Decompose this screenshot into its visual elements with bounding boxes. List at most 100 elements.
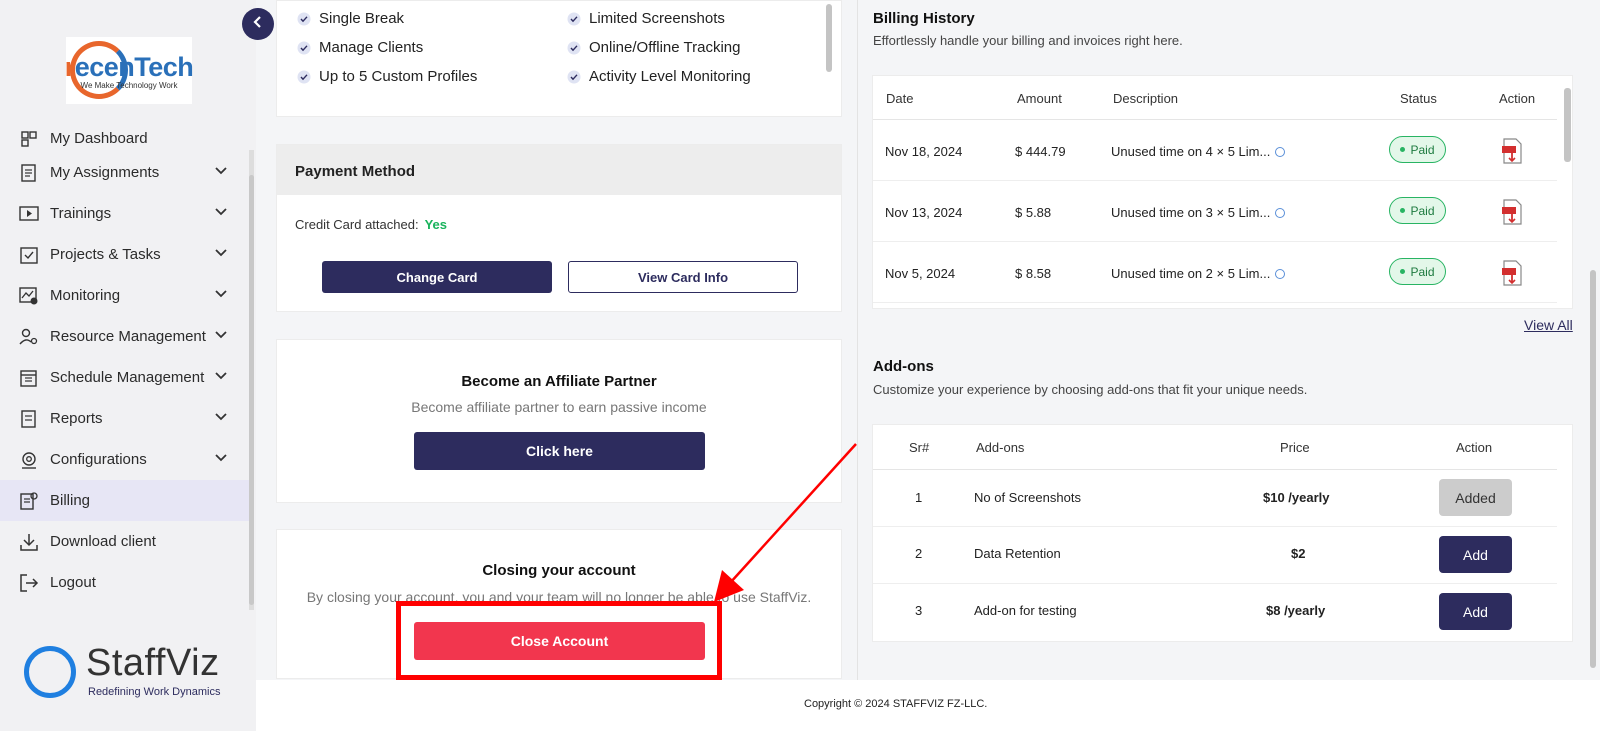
sidebar-item-resource-management[interactable]: Resource Management — [0, 316, 250, 357]
table-row: Nov 18, 2024 $ 444.79 Unused time on 4 ×… — [873, 120, 1557, 181]
check-circle-icon — [567, 41, 581, 55]
sidebar-item-label: Schedule Management — [50, 369, 205, 386]
footer: Copyright © 2024 STAFFVIZ FZ-LLC. — [256, 680, 1600, 731]
sidebar-item-trainings[interactable]: Trainings — [0, 193, 250, 234]
addon-sr: 1 — [915, 490, 923, 505]
closing-account-title: Closing your account — [482, 562, 636, 579]
monitor-chart-icon — [18, 285, 40, 307]
download-icon — [18, 531, 40, 553]
check-circle-icon — [297, 41, 311, 55]
column-header-price: Price — [1280, 440, 1310, 455]
feature-item: Manage Clients — [297, 39, 423, 56]
check-circle-icon — [297, 12, 311, 26]
billing-history-subtitle: Effortlessly handle your billing and inv… — [873, 33, 1183, 48]
sidebar-item-label: Configurations — [50, 451, 147, 468]
pdf-download-icon[interactable] — [1501, 138, 1523, 169]
addon-add-button[interactable]: Add — [1439, 593, 1512, 630]
report-icon — [18, 408, 40, 430]
billing-date: Nov 5, 2024 — [885, 266, 956, 281]
sidebar-item-label: Trainings — [50, 205, 112, 222]
company-logo: recenTech We Make Technology Work — [64, 37, 194, 104]
annotation-highlight-box — [396, 601, 722, 680]
sidebar-nav: My Dashboard My Assignments Trainings Pr… — [0, 130, 250, 603]
column-header-date: Date — [886, 91, 914, 106]
sidebar-item-label: Projects & Tasks — [50, 246, 161, 263]
user-gear-icon — [18, 326, 40, 348]
table-row: 3 Add-on for testing $8 /yearly Add — [873, 584, 1557, 641]
check-circle-icon — [297, 70, 311, 84]
sidebar-item-dashboard-partial[interactable]: My Dashboard — [0, 130, 250, 152]
view-card-info-button[interactable]: View Card Info — [568, 261, 798, 293]
column-header-amount: Amount — [1017, 91, 1062, 106]
logo-tagline: We Make Technology Work — [80, 80, 178, 90]
status-dot — [1400, 147, 1406, 152]
status-badge: Paid — [1389, 136, 1446, 163]
billing-table-scrollbar[interactable] — [1564, 88, 1571, 162]
sidebar-item-projects-tasks[interactable]: Projects & Tasks — [0, 234, 250, 275]
page-scrollbar[interactable] — [1590, 270, 1596, 668]
billing-description: Unused time on 3 × 5 Lim... — [1111, 205, 1286, 220]
credit-card-status-value: Yes — [424, 217, 447, 232]
column-header-addons: Add-ons — [976, 440, 1025, 455]
sidebar-item-reports[interactable]: Reports — [0, 398, 250, 439]
credit-card-status: Credit Card attached: Yes — [295, 217, 447, 232]
payment-method-title: Payment Method — [277, 145, 841, 195]
addons-subtitle: Customize your experience by choosing ad… — [873, 382, 1308, 397]
sidebar-item-logout[interactable]: Logout — [0, 562, 250, 603]
column-header-description: Description — [1113, 91, 1179, 106]
sidebar-item-schedule-management[interactable]: Schedule Management — [0, 357, 250, 398]
status-dot — [1400, 269, 1406, 274]
logo-text: recenTech — [64, 51, 194, 82]
pdf-download-icon[interactable] — [1501, 199, 1523, 230]
pdf-download-icon[interactable] — [1501, 260, 1523, 291]
sidebar-item-label: Monitoring — [50, 287, 121, 304]
info-icon[interactable] — [1275, 147, 1286, 157]
sidebar-item-configurations[interactable]: Configurations — [0, 439, 250, 480]
clipboard-icon — [18, 162, 40, 184]
billing-history-title: Billing History — [873, 10, 975, 27]
status-badge: Paid — [1389, 197, 1446, 224]
affiliate-click-here-button[interactable]: Click here — [414, 432, 705, 470]
sidebar-item-dashboard[interactable]: My Dashboard — [0, 130, 250, 152]
addon-add-button[interactable]: Add — [1439, 536, 1512, 573]
sidebar-collapse-button[interactable] — [242, 8, 274, 40]
addon-price: $10 /yearly — [1263, 490, 1330, 505]
sidebar-item-label: Download client — [50, 533, 156, 550]
column-divider — [857, 0, 858, 680]
info-icon[interactable] — [1275, 208, 1286, 218]
sidebar-item-my-assignments[interactable]: My Assignments — [0, 152, 250, 193]
status-dot — [1400, 208, 1406, 213]
column-header-action: Action — [1456, 440, 1493, 455]
table-row: Nov 5, 2024 $ 8.58 Unused time on 2 × 5 … — [873, 242, 1557, 303]
billing-amount: $ 8.58 — [1015, 266, 1052, 281]
feature-item: Activity Level Monitoring — [567, 68, 751, 85]
dashboard-icon — [18, 130, 40, 150]
copyright-text: Copyright © 2024 STAFFVIZ FZ-LLC. — [804, 698, 988, 710]
billing-table-header: Date Amount Description Status Action — [873, 76, 1557, 120]
info-icon[interactable] — [1275, 269, 1286, 279]
task-board-icon — [18, 244, 40, 266]
billing-description: Unused time on 2 × 5 Lim... — [1111, 266, 1286, 281]
features-scrollbar[interactable] — [826, 4, 832, 72]
billing-amount: $ 5.88 — [1015, 205, 1052, 220]
status-badge: Paid — [1389, 258, 1446, 285]
invoice-icon — [18, 490, 40, 512]
addon-added-button[interactable]: Added — [1439, 479, 1512, 516]
sidebar-item-download-client[interactable]: Download client — [0, 521, 250, 562]
chevron-down-icon — [214, 369, 228, 388]
sidebar-item-monitoring[interactable]: Monitoring — [0, 275, 250, 316]
chevron-down-icon — [214, 287, 228, 306]
sidebar-scrollbar-thumb[interactable] — [249, 175, 254, 605]
change-card-button[interactable]: Change Card — [322, 261, 552, 293]
settings-cog-icon — [18, 449, 40, 471]
chevron-left-icon — [252, 15, 264, 33]
view-all-link[interactable]: View All — [1524, 317, 1573, 333]
chevron-down-icon — [214, 246, 228, 265]
check-circle-icon — [567, 12, 581, 26]
play-screen-icon — [18, 203, 40, 225]
affiliate-partner-card: Become an Affiliate Partner Become affil… — [276, 339, 842, 503]
brand-name: StaffViz — [86, 642, 220, 684]
chevron-down-icon — [214, 328, 228, 347]
sidebar-item-billing[interactable]: Billing — [0, 480, 250, 521]
chevron-down-icon — [214, 410, 228, 429]
